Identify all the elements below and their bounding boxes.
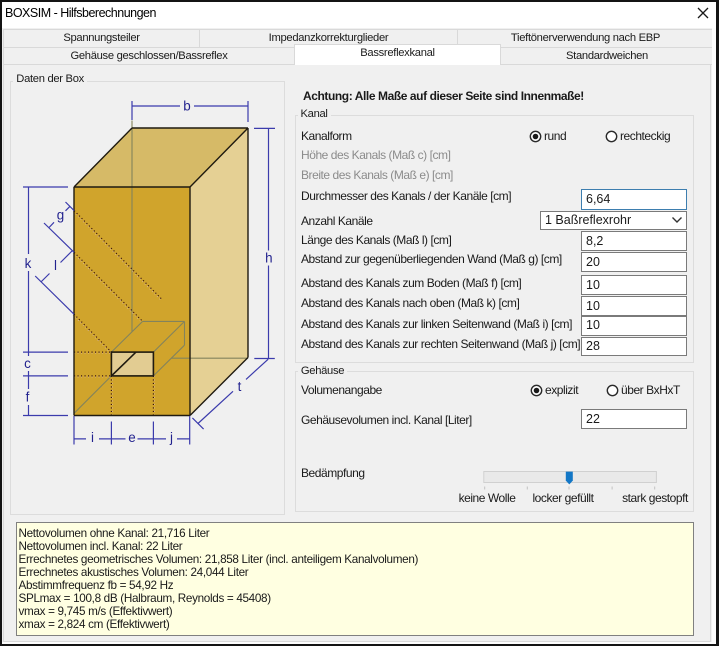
svg-text:i: i [91, 430, 94, 445]
svg-text:c: c [24, 356, 31, 371]
svg-text:b: b [183, 99, 190, 114]
svg-text:e: e [128, 430, 135, 445]
svg-text:h: h [265, 251, 272, 266]
svg-text:k: k [25, 256, 32, 271]
svg-text:g: g [57, 208, 64, 223]
svg-text:f: f [26, 390, 30, 405]
svg-text:t: t [238, 379, 242, 394]
svg-text:j: j [169, 430, 173, 445]
svg-text:l: l [54, 258, 57, 273]
